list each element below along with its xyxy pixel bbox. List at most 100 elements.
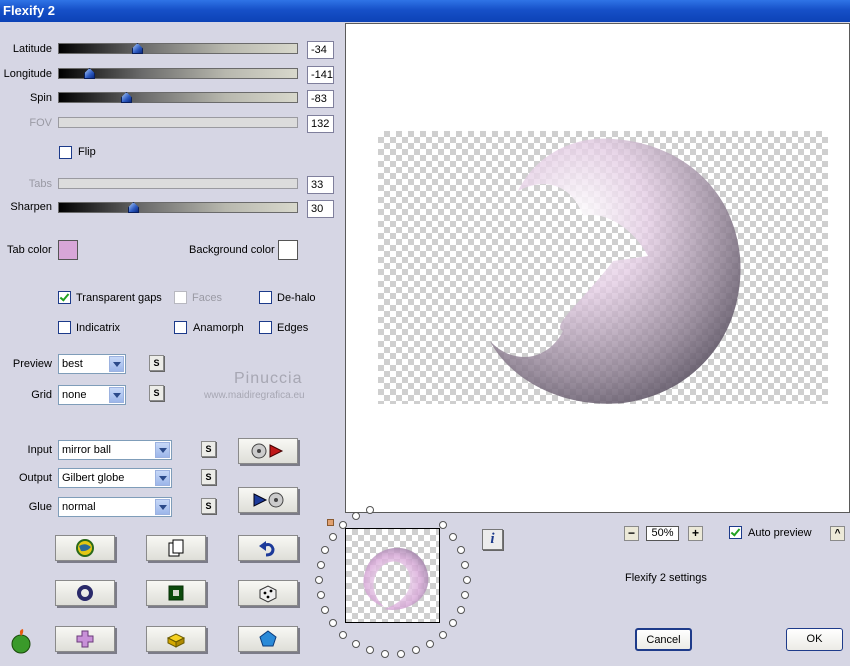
dial-dot[interactable]	[317, 561, 325, 569]
info-button[interactable]: i	[482, 529, 503, 550]
dial-dot[interactable]	[321, 606, 329, 614]
latitude-value[interactable]: -34	[307, 41, 334, 59]
input-select[interactable]: mirror ball	[58, 440, 172, 460]
dial-dot[interactable]	[457, 546, 465, 554]
indicatrix-checkbox[interactable]	[58, 321, 71, 334]
output-to-input-button[interactable]	[238, 487, 298, 513]
square-frame-icon	[168, 585, 184, 601]
sharpen-slider[interactable]	[58, 202, 298, 213]
disc-play-icon	[251, 443, 284, 459]
dial-dot[interactable]	[317, 591, 325, 599]
dial-dot[interactable]	[366, 646, 374, 654]
preview-s-button[interactable]: S	[149, 355, 164, 371]
chevron-down-icon	[155, 442, 170, 458]
tab-color-swatch[interactable]	[58, 240, 78, 260]
dial-dot[interactable]	[352, 512, 360, 520]
flaming-pear-logo-icon	[11, 629, 31, 654]
copy-pages-icon	[168, 539, 184, 557]
dial-dot[interactable]	[352, 640, 360, 648]
chevron-down-icon	[109, 356, 124, 372]
sharpen-value[interactable]: 30	[307, 200, 334, 218]
navigator-handle[interactable]	[327, 519, 334, 526]
longitude-slider-thumb[interactable]	[84, 68, 95, 79]
longitude-value[interactable]: -141	[307, 66, 334, 84]
latitude-slider[interactable]	[58, 43, 298, 54]
tabs-value[interactable]: 33	[307, 176, 334, 194]
dial-dot[interactable]	[457, 606, 465, 614]
randomize-globe-button[interactable]	[55, 535, 115, 561]
glue-select[interactable]: normal	[58, 497, 172, 517]
dial-dot[interactable]	[397, 650, 405, 658]
dial-dot[interactable]	[366, 506, 374, 514]
frame-shape-button[interactable]	[146, 580, 206, 606]
dial-dot[interactable]	[449, 533, 457, 541]
latitude-slider-thumb[interactable]	[132, 43, 143, 54]
transparent-gaps-checkbox[interactable]	[58, 291, 71, 304]
cancel-button[interactable]: Cancel	[635, 628, 692, 651]
dial-dot[interactable]	[381, 650, 389, 658]
glue-label: Glue	[28, 501, 52, 513]
dial-dot[interactable]	[426, 640, 434, 648]
glue-s-button[interactable]: S	[201, 498, 216, 514]
sharpen-slider-thumb[interactable]	[128, 202, 139, 213]
copy-button[interactable]	[146, 535, 206, 561]
spin-value[interactable]: -83	[307, 90, 334, 108]
pentagon-shape-button[interactable]	[238, 626, 298, 652]
grid-select[interactable]: none	[58, 385, 126, 405]
dial-dot[interactable]	[439, 521, 447, 529]
spin-slider[interactable]	[58, 92, 298, 103]
cross-shape-button[interactable]	[55, 626, 115, 652]
fov-value[interactable]: 132	[307, 115, 334, 133]
edges-label: Edges	[277, 322, 309, 334]
ring-icon	[77, 585, 93, 601]
undo-button[interactable]	[238, 535, 298, 561]
globe-icon	[76, 539, 94, 557]
input-s-button[interactable]: S	[201, 441, 216, 457]
dial-dot[interactable]	[315, 576, 323, 584]
flip-label: Flip	[78, 146, 96, 158]
dial-dot[interactable]	[463, 576, 471, 584]
dial-dot[interactable]	[439, 631, 447, 639]
flip-checkbox[interactable]	[59, 146, 72, 159]
dial-dot[interactable]	[461, 561, 469, 569]
dial-dot[interactable]	[449, 619, 457, 627]
sharpen-label: Sharpen	[10, 201, 52, 213]
output-s-button[interactable]: S	[201, 469, 216, 485]
ring-shape-button[interactable]	[55, 580, 115, 606]
dial-dot[interactable]	[339, 631, 347, 639]
preview-select-value: best	[62, 358, 83, 370]
random-dice-button[interactable]	[238, 580, 298, 606]
brick-shape-button[interactable]	[146, 626, 206, 652]
preview-select[interactable]: best	[58, 354, 126, 374]
dial-dot[interactable]	[329, 619, 337, 627]
anamorph-checkbox[interactable]	[174, 321, 187, 334]
dial-dot[interactable]	[329, 533, 337, 541]
ok-button[interactable]: OK	[786, 628, 843, 651]
output-select[interactable]: Gilbert globe	[58, 468, 172, 488]
spin-label: Spin	[29, 92, 52, 104]
chevron-down-icon	[155, 499, 170, 515]
spin-slider-thumb[interactable]	[121, 92, 132, 103]
chevron-down-icon	[155, 470, 170, 486]
input-to-output-button[interactable]	[238, 438, 298, 464]
dial-dot[interactable]	[461, 591, 469, 599]
thumbnail-preview[interactable]	[345, 528, 440, 623]
flexify-result-image	[490, 138, 741, 404]
main-preview-area[interactable]	[345, 23, 850, 513]
background-color-swatch[interactable]	[278, 240, 298, 260]
longitude-slider[interactable]	[58, 68, 298, 79]
zoom-in-button[interactable]: +	[688, 526, 703, 541]
dial-dot[interactable]	[339, 521, 347, 529]
indicatrix-label: Indicatrix	[76, 322, 121, 334]
dial-dot[interactable]	[321, 546, 329, 554]
de-halo-checkbox[interactable]	[259, 291, 272, 304]
dial-dot[interactable]	[412, 646, 420, 654]
zoom-out-button[interactable]: −	[624, 526, 639, 541]
collapse-button[interactable]: ^	[830, 526, 845, 541]
watermark-title: Pinuccia	[234, 370, 303, 387]
grid-s-button[interactable]: S	[149, 385, 164, 401]
auto-preview-checkbox[interactable]	[729, 526, 742, 539]
settings-name: Flexify 2 settings	[625, 572, 707, 584]
preview-label: Preview	[12, 358, 52, 370]
edges-checkbox[interactable]	[259, 321, 272, 334]
